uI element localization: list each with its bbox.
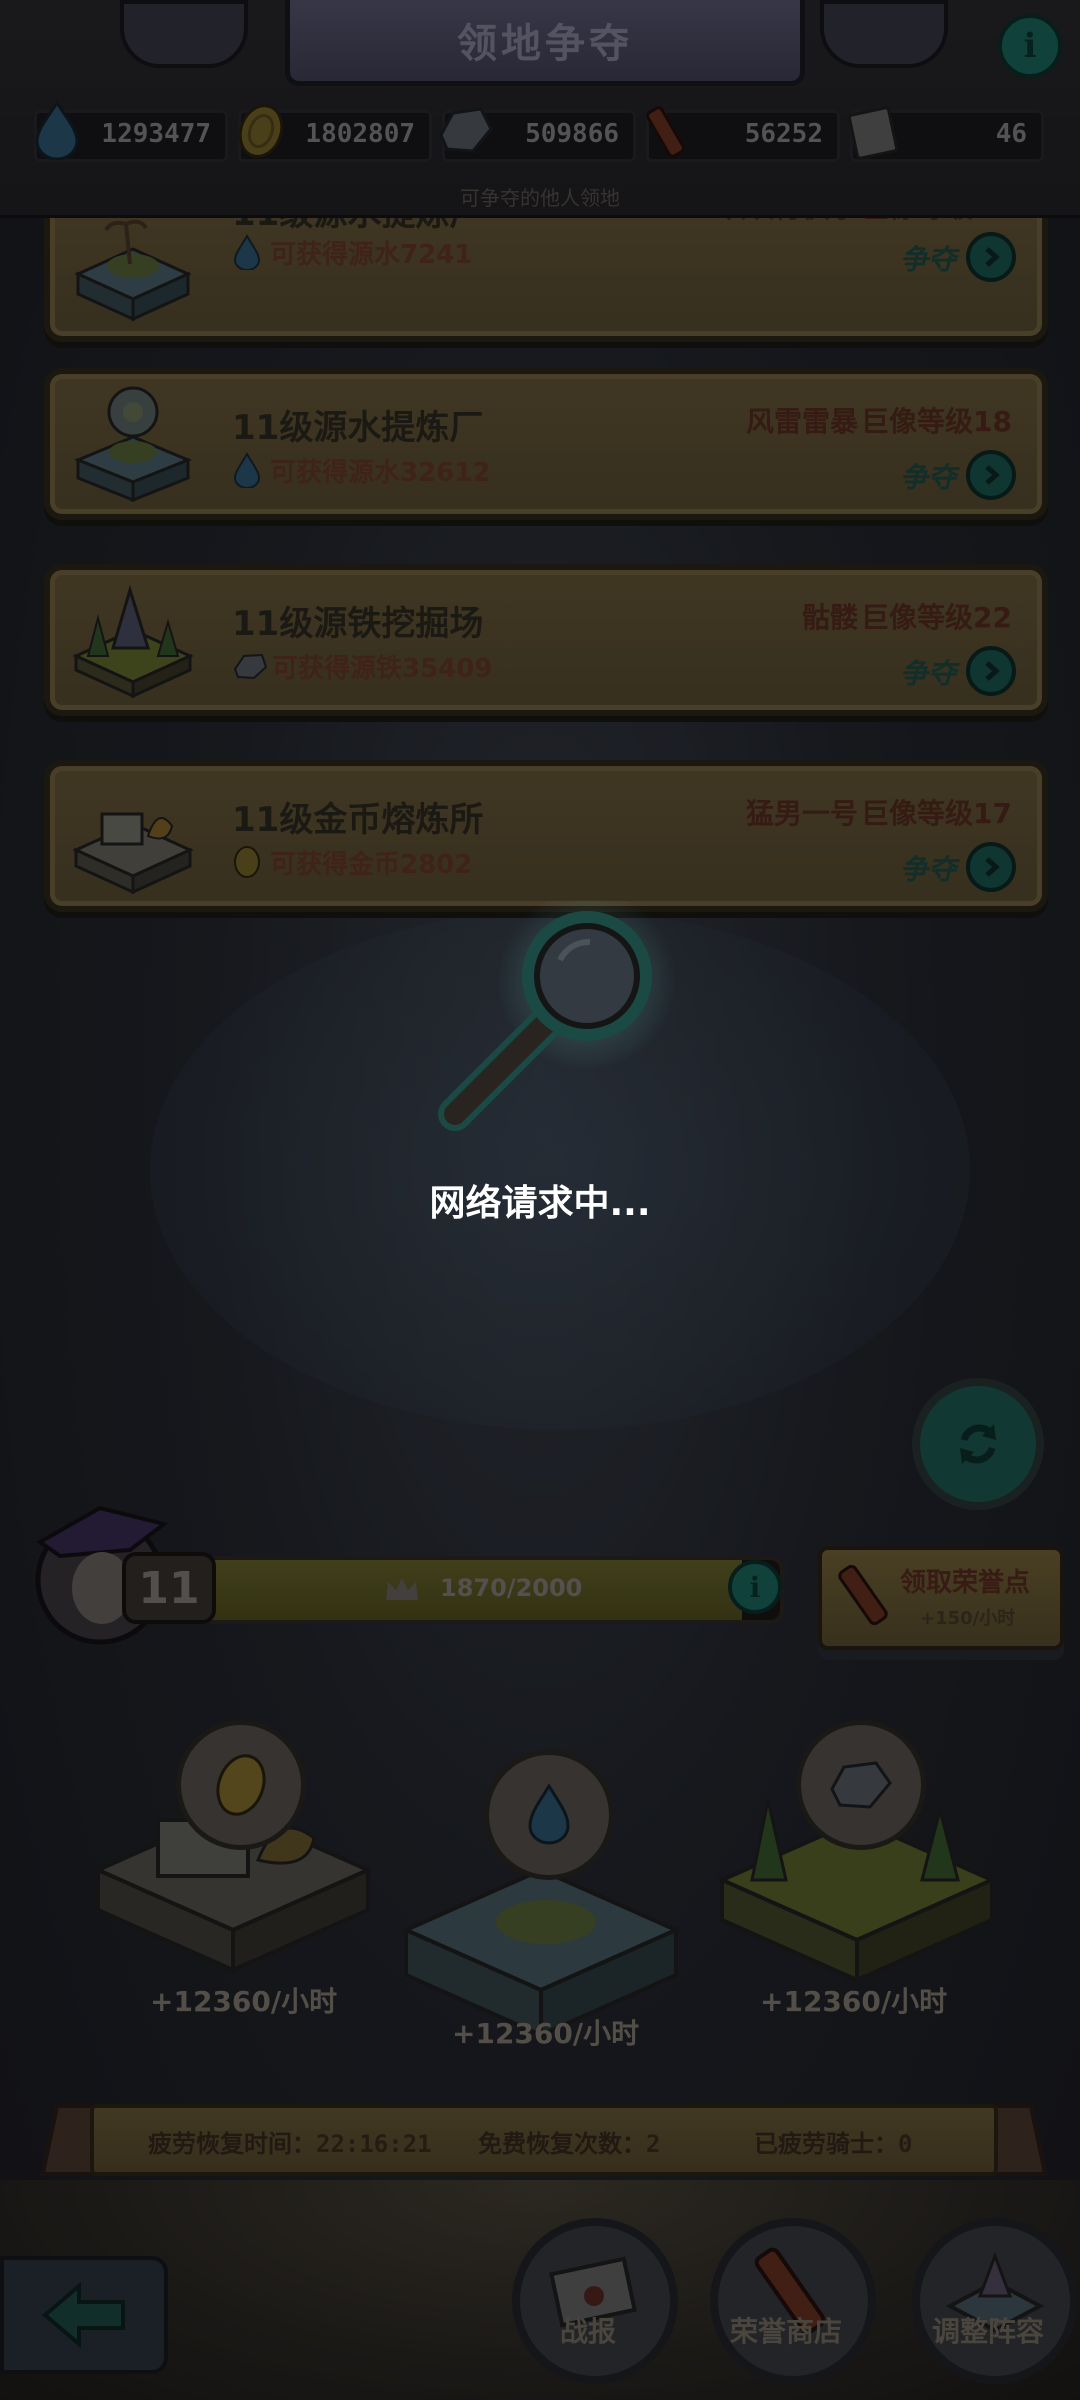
loading-text: 网络请求中... [429, 1183, 651, 1224]
